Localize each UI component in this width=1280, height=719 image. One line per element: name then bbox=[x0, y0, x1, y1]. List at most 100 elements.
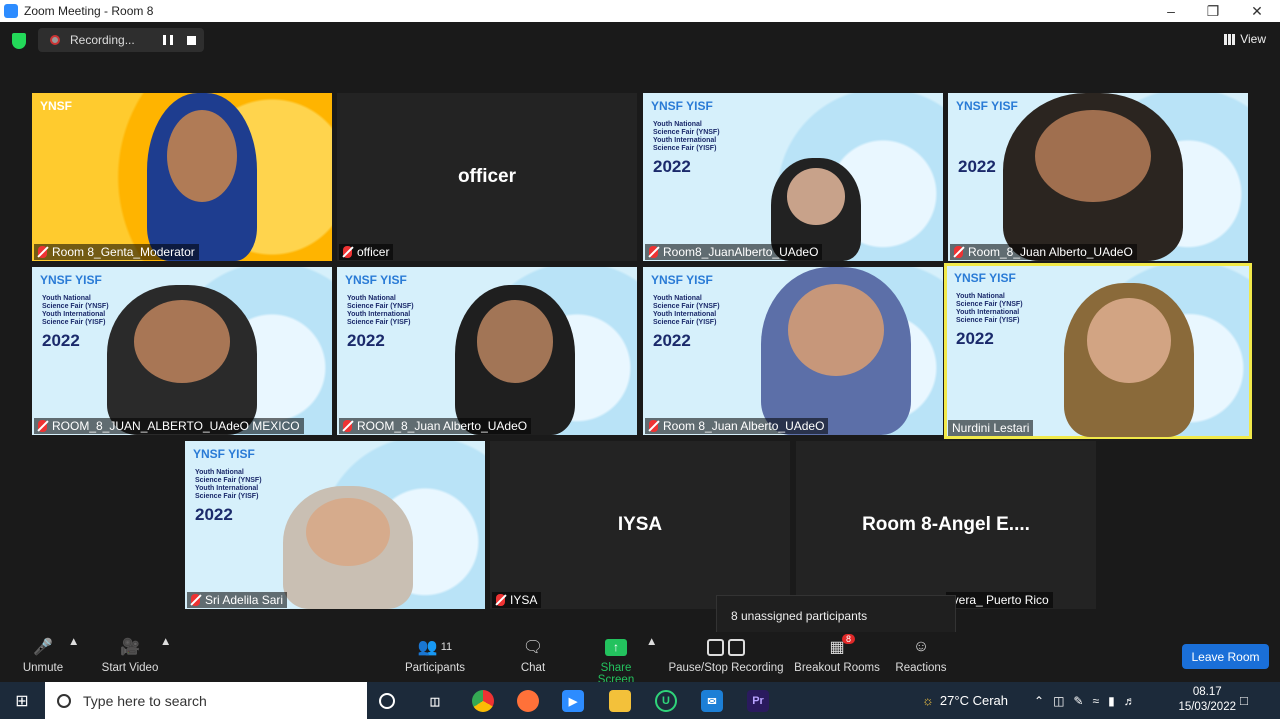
taskbar-search-box[interactable]: Type here to search bbox=[45, 682, 367, 719]
participant-video bbox=[761, 267, 911, 435]
pause-stop-recording-button[interactable]: Pause/Stop Recording bbox=[668, 636, 784, 674]
participant-name-label: Room_8_Juan Alberto_UAdeO bbox=[950, 244, 1137, 260]
pause-recording-icon[interactable] bbox=[162, 35, 173, 45]
participant-name-label: officer bbox=[339, 244, 394, 260]
video-tile-active-speaker[interactable]: YNSF YISF Youth National Science Fair (YN… bbox=[944, 263, 1252, 439]
participant-name-label: Room8_JuanAlberto_UAdeO bbox=[645, 244, 823, 260]
participants-icon: 👥 bbox=[417, 639, 438, 656]
windows-logo-icon: ⊞ bbox=[15, 692, 29, 710]
participant-display-name: Room 8-Angel E.... bbox=[862, 514, 1030, 535]
recording-indicator: Recording... bbox=[38, 28, 204, 52]
poster-year: 2022 bbox=[347, 331, 385, 350]
participant-name-label: Sri Adelila Sari bbox=[187, 592, 288, 608]
view-label: View bbox=[1240, 32, 1266, 46]
video-tile[interactable]: YNSF YISF Youth National Science Fair (YN… bbox=[643, 267, 943, 435]
video-tile[interactable]: YNSF YISF Youth National Science Fair (YN… bbox=[337, 267, 637, 435]
ynsf-logo: YNSF YISF bbox=[40, 273, 102, 287]
poster-text: Youth National Science Fair (YNSF) Youth I… bbox=[42, 295, 109, 326]
ynsf-logo: YNSF bbox=[40, 99, 73, 113]
video-tile[interactable]: Room 8-Angel E.... ivera_ Puerto Rico bbox=[796, 441, 1096, 609]
start-video-button[interactable]: 🎥 Start Video bbox=[98, 636, 162, 674]
video-off-icon: 🎥 bbox=[120, 639, 140, 656]
clock-time: 08.17 bbox=[1192, 686, 1222, 698]
file-explorer-icon[interactable] bbox=[609, 690, 631, 712]
pen-icon[interactable]: ✎ bbox=[1073, 694, 1083, 708]
stop-recording-icon[interactable] bbox=[186, 35, 196, 45]
video-tile[interactable]: YNSF YISF Youth National Science Fair (YN… bbox=[185, 441, 485, 609]
mail-icon[interactable]: ✉ bbox=[701, 690, 723, 712]
participants-button[interactable]: 👥 11 Participants bbox=[403, 636, 467, 674]
breakout-rooms-button[interactable]: ▦ 8 Breakout Rooms bbox=[794, 634, 880, 674]
restore-icon[interactable]: ❐ bbox=[1190, 0, 1236, 22]
premiere-pro-icon[interactable]: Pr bbox=[747, 690, 769, 712]
taskbar-clock[interactable]: 08.17 15/03/2022 bbox=[1178, 685, 1236, 715]
poster-year: 2022 bbox=[956, 329, 994, 348]
reactions-button[interactable]: ☺ Reactions bbox=[894, 636, 948, 674]
participant-name-label: ROOM_8_JUAN_ALBERTO_UAdeO MEXICO bbox=[34, 418, 304, 434]
share-screen-button[interactable]: ↑ Share Screen bbox=[582, 636, 650, 686]
weather-text: 27°C Cerah bbox=[939, 693, 1008, 708]
chrome-icon[interactable] bbox=[472, 690, 494, 712]
muted-mic-icon bbox=[649, 246, 658, 258]
wifi-icon[interactable]: ≈ bbox=[1092, 694, 1099, 708]
video-tile[interactable]: YNSF YISF Youth National Science Fair (YN… bbox=[32, 267, 332, 435]
participant-video bbox=[147, 93, 257, 261]
share-options-caret-icon[interactable]: ▲ bbox=[646, 636, 657, 648]
network-icon[interactable]: ◫ bbox=[1053, 694, 1064, 708]
ynsf-logo: YNSF YISF bbox=[956, 99, 1018, 113]
ynsf-logo: YNSF YISF bbox=[345, 273, 407, 287]
participant-video bbox=[455, 285, 575, 435]
firefox-icon[interactable] bbox=[517, 690, 539, 712]
notifications-icon[interactable]: □ bbox=[1240, 682, 1248, 719]
participant-name-label: ivera_ Puerto Rico bbox=[946, 592, 1053, 608]
video-tile[interactable]: officer officer bbox=[337, 93, 637, 261]
cortana-icon[interactable] bbox=[379, 693, 395, 709]
smiley-plus-icon: ☺ bbox=[912, 638, 930, 655]
stop-icon bbox=[728, 638, 745, 656]
u-app-icon[interactable]: U bbox=[655, 690, 677, 712]
poster-text: Youth National Science Fair (YNSF) Youth I… bbox=[195, 469, 262, 500]
muted-mic-icon bbox=[343, 420, 352, 432]
poster-year: 2022 bbox=[42, 331, 80, 350]
unmute-button[interactable]: 🎤 Unmute bbox=[18, 636, 68, 674]
participant-display-name: IYSA bbox=[617, 514, 663, 535]
video-options-caret-icon[interactable]: ▲ bbox=[160, 636, 171, 648]
windows-taskbar: ⊞ Type here to search ◫ ▶ U ✉ Pr ☼ 27°C … bbox=[0, 682, 1280, 719]
chevron-up-icon[interactable]: ⌃ bbox=[1034, 694, 1044, 708]
participant-video bbox=[107, 285, 257, 435]
participants-count: 11 bbox=[440, 641, 453, 653]
view-button[interactable]: View bbox=[1224, 32, 1266, 46]
search-icon bbox=[57, 693, 71, 708]
encryption-shield-icon[interactable] bbox=[12, 33, 26, 49]
ynsf-logo: YNSF YISF bbox=[954, 271, 1016, 285]
video-tile[interactable]: YNSF YISF Youth National Science Fair (YN… bbox=[643, 93, 943, 261]
weather-widget[interactable]: ☼ 27°C Cerah bbox=[922, 682, 1008, 719]
window-title: Zoom Meeting - Room 8 bbox=[24, 4, 154, 18]
video-tile[interactable]: YNSF YISF 2022 Room_8_Juan Alberto_UAdeO bbox=[948, 93, 1248, 261]
muted-mic-icon bbox=[343, 246, 352, 258]
search-placeholder: Type here to search bbox=[83, 692, 207, 709]
clock-date: 15/03/2022 bbox=[1178, 701, 1236, 713]
muted-mic-icon bbox=[38, 246, 47, 258]
volume-icon[interactable]: ♬ bbox=[1124, 694, 1136, 708]
zoom-taskbar-icon[interactable]: ▶ bbox=[562, 690, 584, 712]
task-view-icon[interactable]: ◫ bbox=[424, 690, 446, 712]
audio-options-caret-icon[interactable]: ▲ bbox=[68, 636, 79, 648]
participant-name-label: Nurdini Lestari bbox=[948, 420, 1034, 436]
battery-icon[interactable]: ▮ bbox=[1108, 694, 1115, 708]
minimize-icon[interactable]: – bbox=[1148, 0, 1194, 22]
participant-video bbox=[1064, 283, 1194, 437]
close-icon[interactable]: ✕ bbox=[1234, 0, 1280, 22]
window-titlebar: Zoom Meeting - Room 8 – ❐ ✕ bbox=[0, 0, 1280, 22]
leave-room-button[interactable]: Leave Room bbox=[1182, 644, 1269, 669]
grid-view-icon bbox=[1224, 33, 1236, 45]
video-tile[interactable]: YNSF Room 8_Genta_Moderator bbox=[32, 93, 332, 261]
zoom-app-icon bbox=[4, 4, 18, 18]
participant-video bbox=[1003, 93, 1183, 261]
start-button[interactable]: ⊞ bbox=[0, 682, 44, 719]
participant-name-label: ROOM_8_Juan Alberto_UAdeO bbox=[339, 418, 532, 434]
chat-button[interactable]: 🗨 Chat bbox=[516, 636, 550, 674]
poster-year: 2022 bbox=[653, 331, 691, 350]
video-tile[interactable]: IYSA IYSA bbox=[490, 441, 790, 609]
participant-display-name: officer bbox=[457, 166, 517, 187]
